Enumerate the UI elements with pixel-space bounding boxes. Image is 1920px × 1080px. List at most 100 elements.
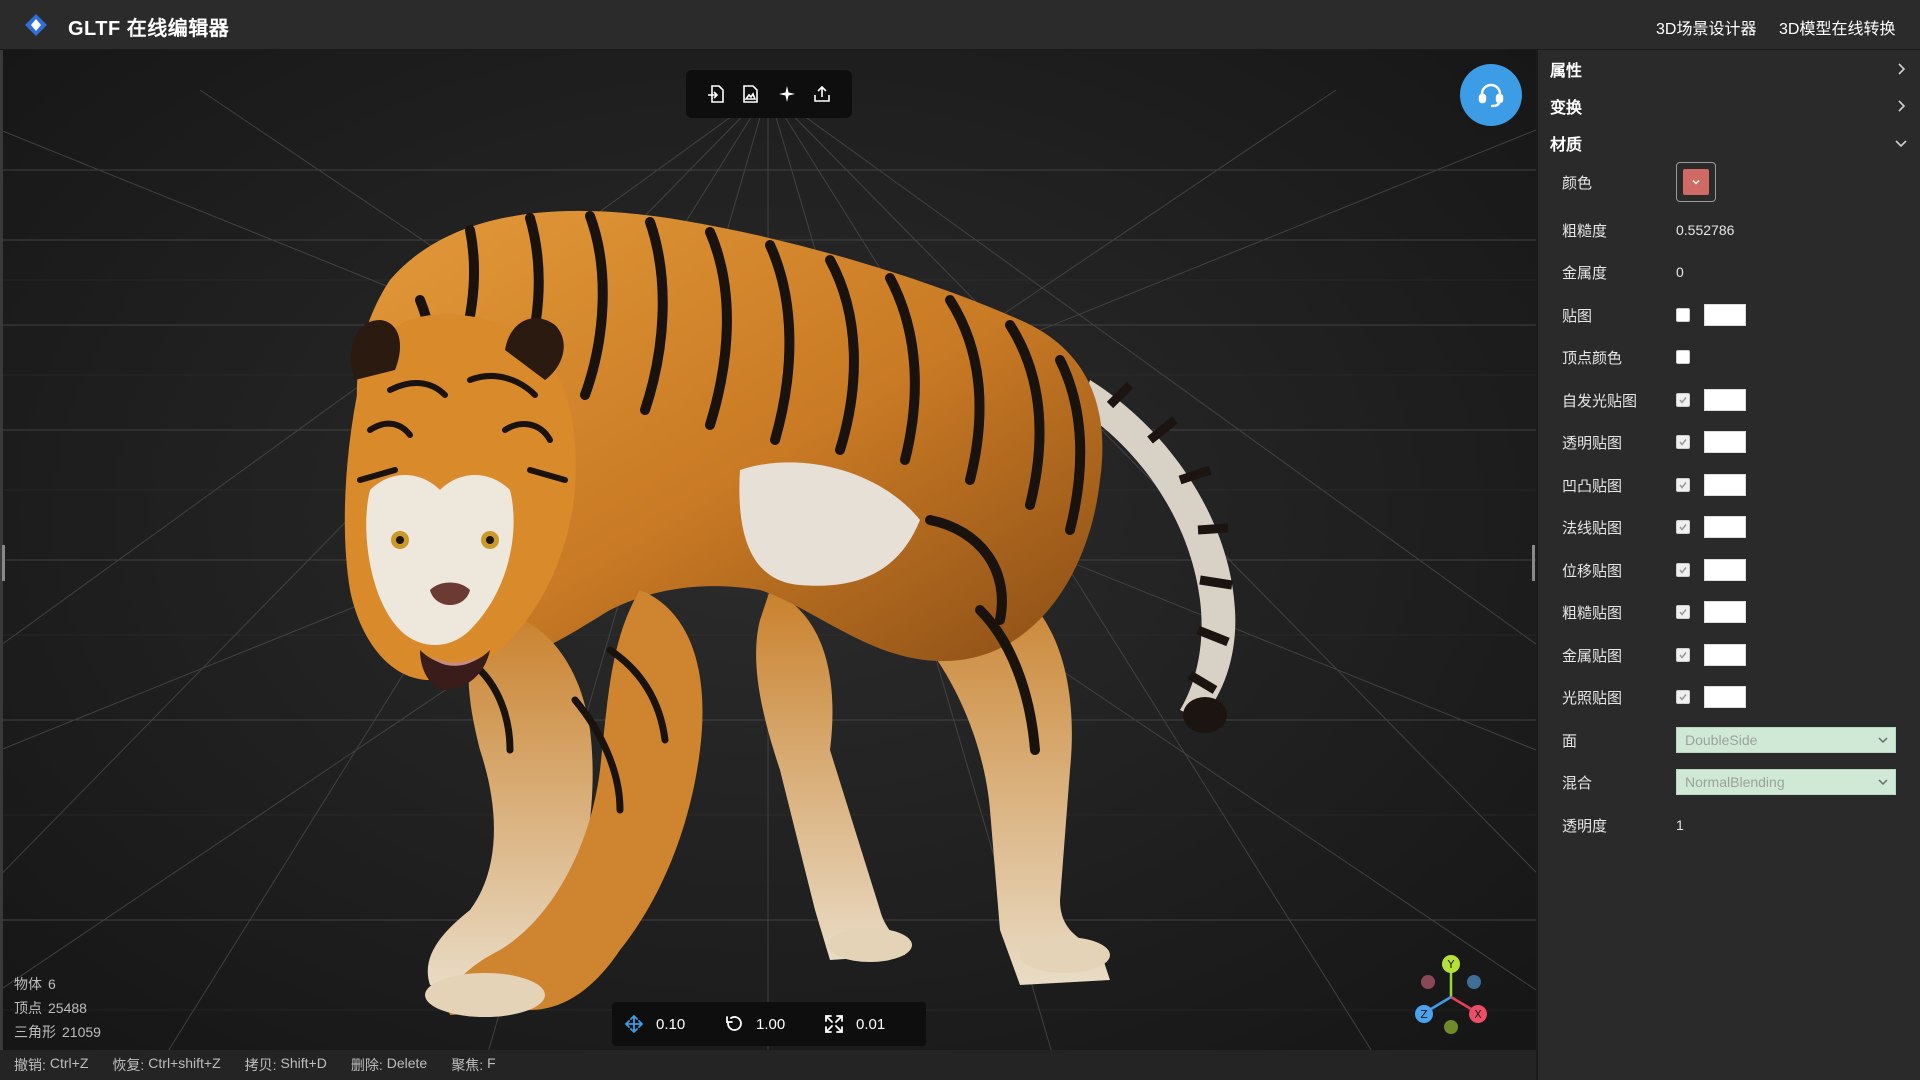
color-label: 颜色	[1562, 174, 1593, 192]
prop-alpha-map: 透明贴图	[1562, 424, 1912, 460]
objects-label: 物体	[14, 976, 42, 992]
metalness-map-checkbox[interactable]	[1676, 648, 1690, 662]
section-transform-title: 变换	[1550, 100, 1583, 117]
light-map-label: 光照贴图	[1562, 689, 1623, 707]
alpha-map-label: 透明贴图	[1562, 434, 1623, 452]
scale-step-value: 0.01	[856, 1015, 886, 1033]
emissive-map-label: 自发光贴图	[1562, 392, 1638, 410]
triangles-label: 三角形	[14, 1024, 56, 1040]
blending-label: 混合	[1562, 774, 1593, 792]
metalness-input[interactable]: 0	[1676, 264, 1684, 280]
shortcut-undo-key: Ctrl+Z	[49, 1055, 89, 1071]
bump-map-checkbox[interactable]	[1676, 478, 1690, 492]
import-file-icon[interactable]	[703, 81, 729, 107]
alpha-map-checkbox[interactable]	[1676, 435, 1690, 449]
right-resize-handle[interactable]	[1532, 545, 1535, 581]
chevron-down-icon	[1878, 737, 1888, 744]
map-checkbox[interactable]	[1676, 308, 1690, 322]
color-picker[interactable]	[1676, 162, 1716, 202]
shortcut-redo: 恢复: Ctrl+shift+Z	[112, 1055, 220, 1075]
shortcut-focus-key: F	[487, 1055, 496, 1071]
vertices-count: 25488	[48, 1000, 87, 1016]
normal-map-checkbox[interactable]	[1676, 520, 1690, 534]
left-resize-handle[interactable]	[2, 545, 5, 581]
color-picker-swatch	[1683, 169, 1709, 195]
app-header: GLTF 在线编辑器 3D场景设计器 3D模型在线转换	[0, 0, 1920, 50]
roughness-map-checkbox[interactable]	[1676, 605, 1690, 619]
map-texture-slot[interactable]	[1704, 304, 1746, 326]
opacity-label: 透明度	[1562, 817, 1608, 835]
roughness-map-texture-slot[interactable]	[1704, 601, 1746, 623]
normal-map-texture-slot[interactable]	[1704, 516, 1746, 538]
metalness-label: 金属度	[1562, 264, 1608, 282]
chevron-down-icon	[1878, 779, 1888, 786]
metalness-map-texture-slot[interactable]	[1704, 644, 1746, 666]
prop-vertex-colors: 顶点颜色	[1562, 339, 1912, 375]
emissive-map-checkbox[interactable]	[1676, 393, 1690, 407]
axes-gizmo[interactable]: Y X Z	[1406, 952, 1496, 1042]
vertex-colors-label: 顶点颜色	[1562, 349, 1623, 367]
side-label: 面	[1562, 732, 1578, 750]
axis-z-label: Z	[1420, 1008, 1428, 1021]
export-icon[interactable]	[809, 81, 835, 107]
scene-canvas[interactable]	[0, 50, 1536, 1080]
map-label: 贴图	[1562, 307, 1593, 325]
section-transform[interactable]: 变换	[1538, 88, 1920, 124]
rotate-step[interactable]: 1.00	[724, 1014, 814, 1034]
scene-stats: 物体 6 顶点 25488 三角形 21059	[14, 972, 101, 1044]
prop-metalness-map: 金属贴图	[1562, 637, 1912, 673]
displacement-map-texture-slot[interactable]	[1704, 559, 1746, 581]
shortcut-delete-key: Delete	[386, 1055, 428, 1071]
rotate-icon	[726, 1016, 742, 1031]
prop-bump-map: 凹凸贴图	[1562, 467, 1912, 503]
shortcut-undo: 撤销: Ctrl+Z	[14, 1055, 88, 1075]
scale-icon	[825, 1015, 843, 1033]
light-icon[interactable]	[774, 81, 800, 107]
prop-color: 颜色	[1562, 162, 1912, 202]
light-map-checkbox[interactable]	[1676, 690, 1690, 704]
alpha-map-texture-slot[interactable]	[1704, 431, 1746, 453]
section-attributes[interactable]: 属性	[1538, 51, 1920, 87]
displacement-map-checkbox[interactable]	[1676, 563, 1690, 577]
light-map-texture-slot[interactable]	[1704, 686, 1746, 708]
chevron-down-icon	[1692, 180, 1700, 185]
prop-displacement-map: 位移贴图	[1562, 552, 1912, 588]
bump-map-texture-slot[interactable]	[1704, 474, 1746, 496]
section-material[interactable]: 材质	[1538, 125, 1920, 161]
vertices-label: 顶点	[14, 1000, 42, 1016]
logo-icon	[25, 14, 47, 36]
move-step-value: 0.10	[656, 1015, 686, 1033]
normal-map-label: 法线贴图	[1562, 519, 1623, 537]
roughness-label: 粗糙度	[1562, 222, 1608, 240]
side-select[interactable]: DoubleSide	[1676, 727, 1896, 753]
prop-side: 面 DoubleSide	[1562, 722, 1912, 758]
shortcut-undo-label: 撤销:	[14, 1057, 46, 1073]
vertex-colors-checkbox[interactable]	[1676, 350, 1690, 364]
move-step[interactable]: 0.10	[624, 1014, 714, 1034]
scene-designer-link[interactable]: 3D场景设计器	[1656, 15, 1756, 39]
chevron-right-icon	[1898, 100, 1906, 112]
prop-normal-map: 法线贴图	[1562, 509, 1912, 545]
import-image-icon[interactable]	[738, 81, 764, 107]
rotate-step-value: 1.00	[756, 1015, 786, 1033]
shortcut-bar: 撤销: Ctrl+Z 恢复: Ctrl+shift+Z 拷贝: Shift+D 删除:…	[0, 1050, 1536, 1080]
customer-support-button[interactable]	[1460, 64, 1522, 126]
prop-roughness-map: 粗糙贴图	[1562, 594, 1912, 630]
shortcut-focus-label: 聚焦:	[451, 1057, 484, 1073]
emissive-map-texture-slot[interactable]	[1704, 389, 1746, 411]
shortcut-copy: 拷贝: Shift+D	[245, 1055, 327, 1075]
objects-count: 6	[48, 976, 56, 992]
move-icon	[624, 1014, 644, 1034]
scale-step[interactable]: 0.01	[824, 1014, 914, 1034]
displacement-map-label: 位移贴图	[1562, 562, 1623, 580]
model-convert-link[interactable]: 3D模型在线转换	[1779, 15, 1895, 39]
3d-viewport[interactable]: 物体 6 顶点 25488 三角形 21059 0.10 1.00 0.01 Y…	[0, 50, 1536, 1080]
shortcut-copy-key: Shift+D	[280, 1055, 327, 1071]
blending-select[interactable]: NormalBlending	[1676, 769, 1896, 795]
axis-y-label: Y	[1447, 958, 1455, 971]
roughness-input[interactable]: 0.552786	[1676, 222, 1734, 238]
prop-light-map: 光照贴图	[1562, 679, 1912, 715]
chevron-right-icon	[1898, 63, 1906, 75]
opacity-input[interactable]: 1	[1676, 817, 1684, 833]
viewport-toolbar	[686, 70, 852, 118]
